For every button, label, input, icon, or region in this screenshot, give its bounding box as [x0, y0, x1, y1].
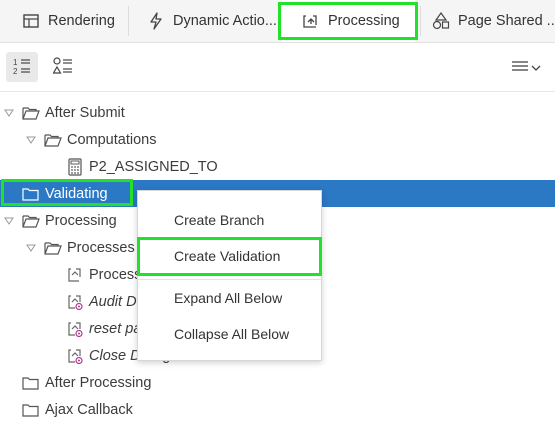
menu-item-collapse-all-below[interactable]: Collapse All Below	[138, 319, 321, 349]
menu-separator	[138, 279, 321, 280]
triangle-down-icon[interactable]	[4, 216, 14, 226]
component-type-view-button[interactable]	[47, 52, 79, 82]
highlight-box	[137, 237, 322, 276]
tab-rendering[interactable]: Rendering	[22, 0, 115, 42]
process-icon	[66, 266, 84, 284]
tree-node-label: Processing	[45, 212, 117, 229]
ordered-list-view-button[interactable]: 12	[6, 52, 38, 82]
process-plugin-icon	[66, 347, 84, 365]
tab-dynamic-actions[interactable]: Dynamic Actio...	[147, 0, 277, 42]
triangle-down-icon[interactable]	[4, 108, 14, 118]
tab-label: Page Shared ...	[458, 13, 555, 29]
tree-node-computations[interactable]: Computations	[0, 126, 555, 153]
tree-menu-button[interactable]	[506, 52, 546, 82]
folder-open-icon	[44, 131, 62, 149]
menu-item-label: Collapse All Below	[174, 326, 290, 342]
tree-node-label: Computations	[67, 131, 157, 148]
menu-item-label: Expand All Below	[174, 290, 283, 306]
highlight-box	[278, 2, 418, 40]
tab-divider	[128, 6, 129, 36]
calculator-icon	[66, 157, 84, 176]
tree-node-after-submit[interactable]: After Submit	[0, 99, 555, 126]
tree-toolbar: 12	[0, 43, 555, 92]
menu-item-create-branch[interactable]: Create Branch	[138, 205, 321, 235]
process-plugin-icon	[66, 293, 84, 311]
svg-text:2: 2	[13, 67, 18, 75]
table-icon	[22, 12, 40, 30]
tree-node-label: Ajax Callback	[45, 401, 133, 418]
shapes-list-icon	[52, 56, 73, 78]
svg-text:1: 1	[13, 58, 18, 67]
triangle-down-icon[interactable]	[26, 243, 36, 253]
tree-node-label: Process	[89, 266, 142, 283]
chevron-down-icon	[531, 59, 541, 75]
menu-item-expand-all-below[interactable]: Expand All Below	[138, 283, 321, 313]
shapes-icon	[432, 12, 450, 30]
folder-open-icon	[22, 212, 40, 230]
tab-divider	[420, 6, 421, 36]
menu-item-label: Create Branch	[174, 212, 265, 228]
folder-open-icon	[44, 239, 62, 257]
folder-icon	[22, 401, 40, 419]
tree-node-label: After Processing	[45, 374, 152, 391]
tab-page-shared-components[interactable]: Page Shared ...	[432, 0, 555, 42]
tab-label: Dynamic Actio...	[173, 13, 277, 29]
tree-node-label: P2_ASSIGNED_TO	[89, 158, 218, 175]
lightning-icon	[147, 12, 165, 30]
tree-node-after-processing[interactable]: After Processing	[0, 369, 555, 396]
tree-node-p2-assigned-to[interactable]: P2_ASSIGNED_TO	[0, 153, 555, 180]
highlight-box	[1, 179, 133, 206]
folder-icon	[22, 374, 40, 392]
tree-node-label: Processes	[67, 239, 135, 256]
ordered-list-icon: 12	[12, 57, 32, 78]
hamburger-icon	[511, 59, 528, 76]
tree-node-ajax-callback[interactable]: Ajax Callback	[0, 396, 555, 423]
tree-node-label: After Submit	[45, 104, 125, 121]
triangle-down-icon[interactable]	[26, 135, 36, 145]
folder-open-icon	[22, 104, 40, 122]
tab-label: Rendering	[48, 13, 115, 29]
process-plugin-icon	[66, 320, 84, 338]
tree-node-label: reset pa	[89, 320, 142, 337]
